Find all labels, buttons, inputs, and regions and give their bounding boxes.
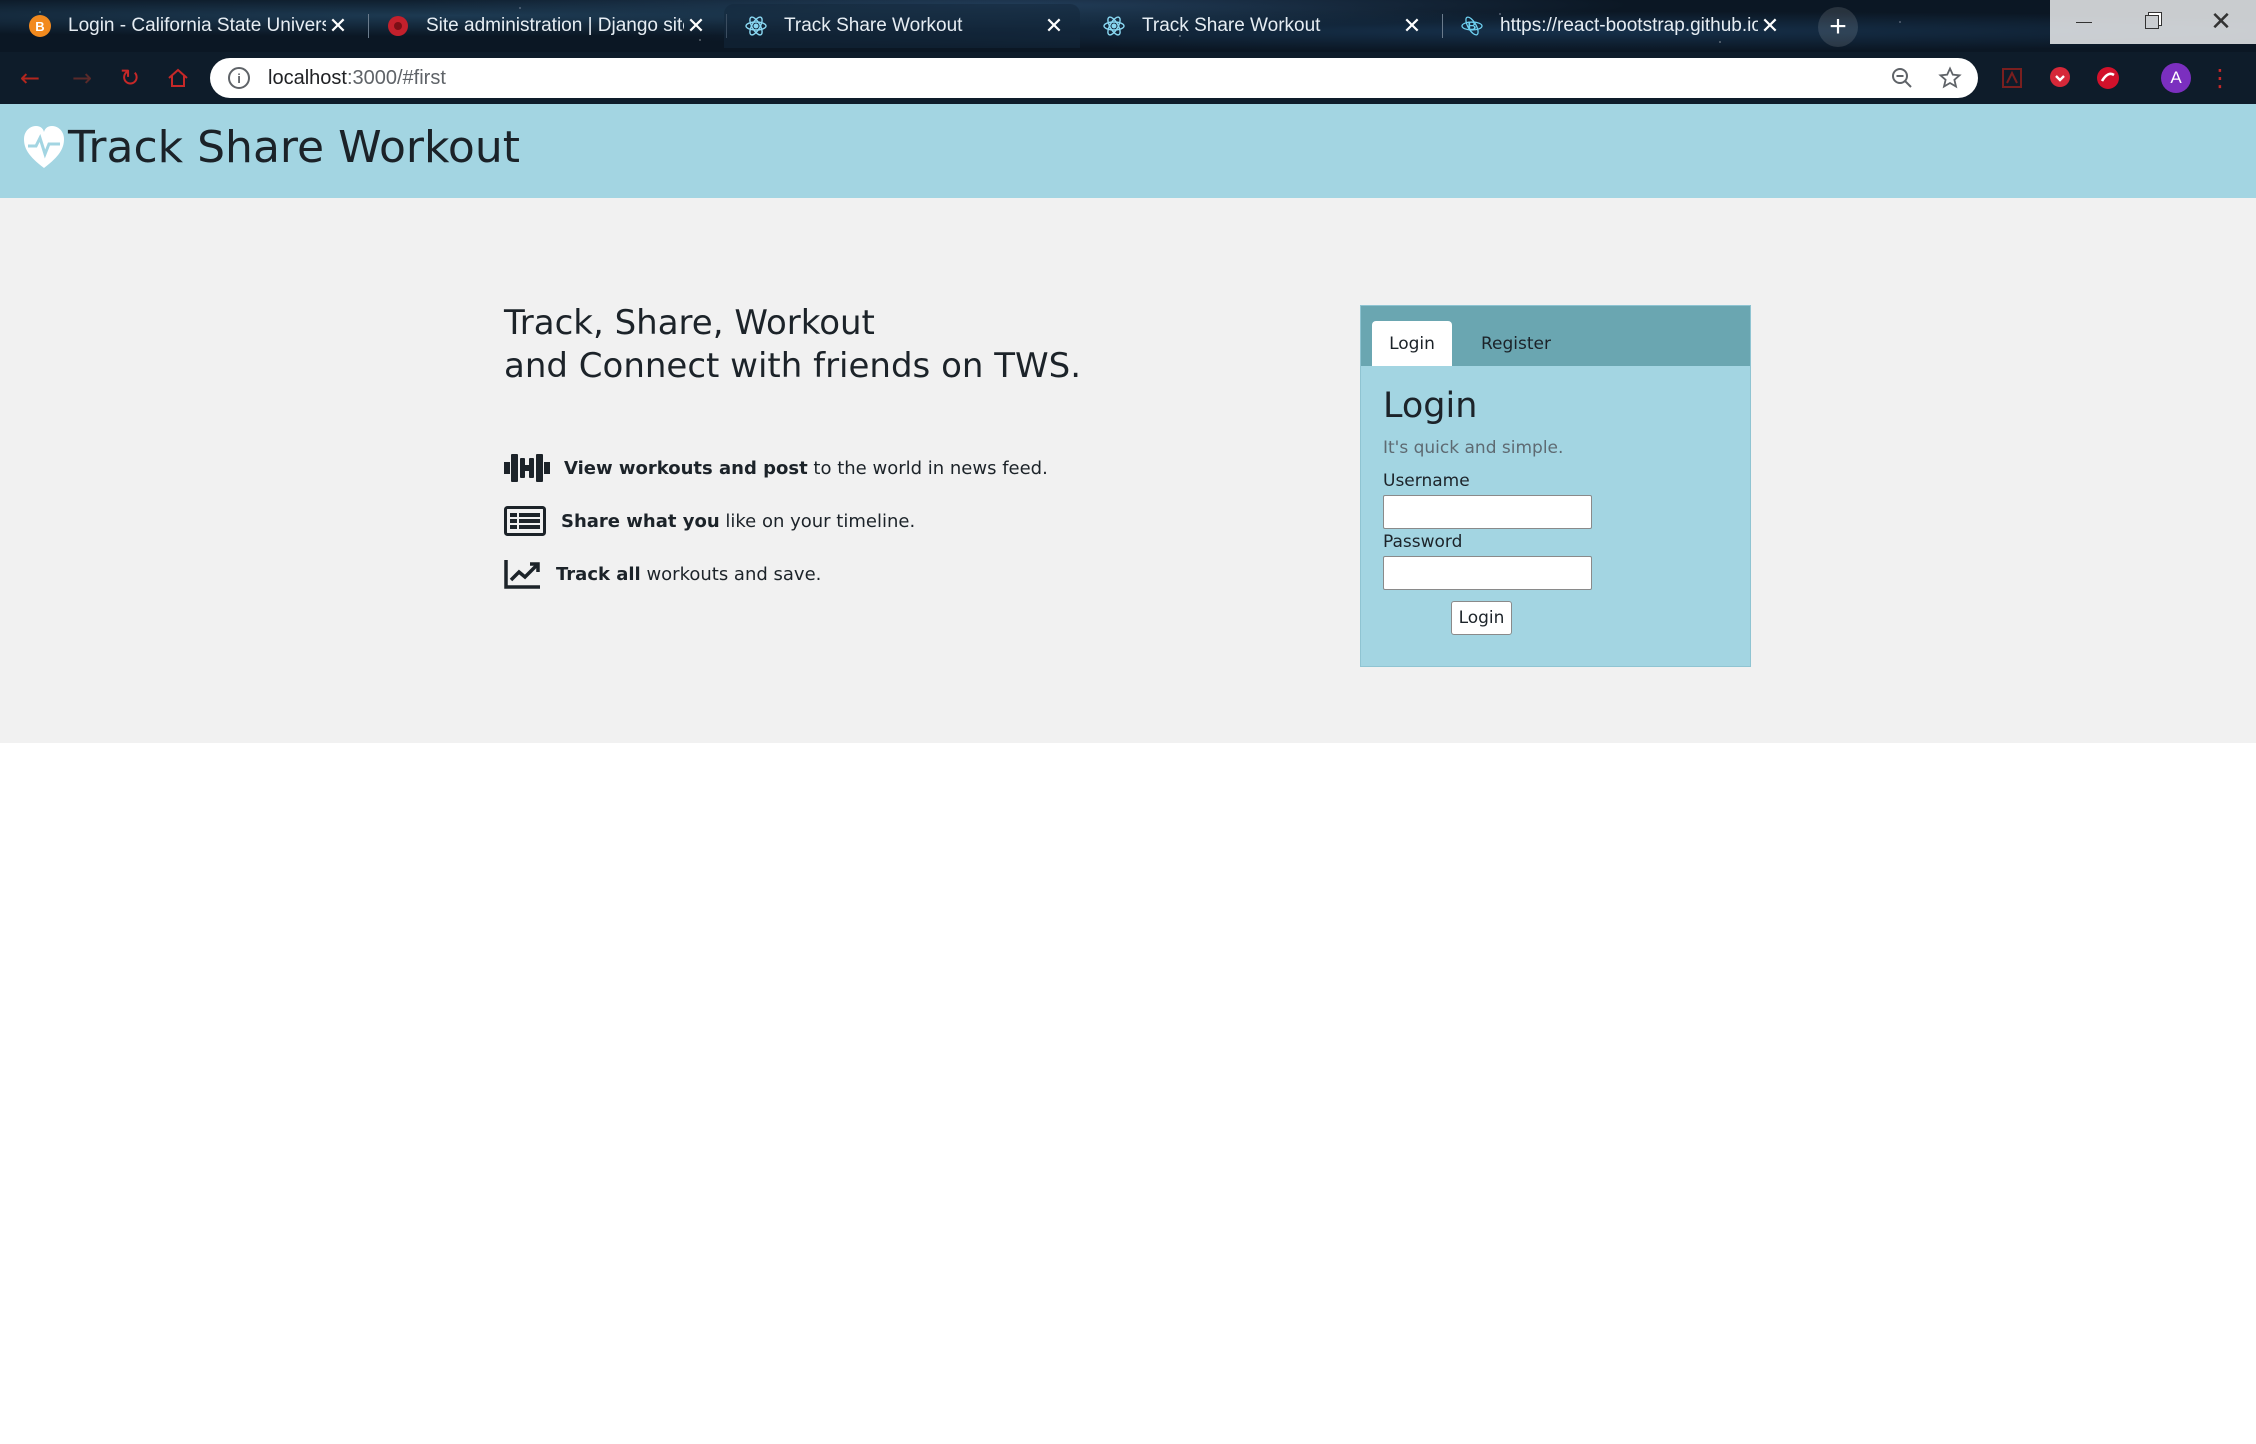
- zoom-button[interactable]: [1890, 58, 1914, 98]
- bookmark-button[interactable]: [1938, 58, 1962, 98]
- avatar: A: [2161, 63, 2191, 93]
- close-tab-icon[interactable]: ✕: [684, 14, 708, 38]
- more-vertical-icon: ⋮: [2208, 64, 2232, 92]
- close-tab-icon[interactable]: ✕: [1400, 14, 1424, 38]
- tab-login[interactable]: Login: [1372, 321, 1452, 366]
- home-icon: [168, 68, 188, 87]
- back-arrow-icon: ←: [19, 64, 41, 92]
- django-icon: [386, 14, 410, 38]
- chart-line-icon: [504, 558, 556, 590]
- tagline-line-2: and Connect with friends on TWS.: [504, 346, 1082, 386]
- feature-bold-text: Track all: [556, 563, 641, 585]
- dumbbell-icon: [504, 450, 564, 486]
- extension-lastpass-button[interactable]: [2092, 62, 2124, 94]
- minimize-button[interactable]: [2050, 0, 2118, 44]
- minimize-icon: [2076, 21, 2092, 23]
- reload-button[interactable]: ↻: [114, 62, 146, 94]
- card-tab-bar: Login Register: [1361, 306, 1750, 366]
- extension-pocket-button[interactable]: [2044, 62, 2076, 94]
- pdf-icon: [2002, 68, 2022, 88]
- bootstrap-icon: B: [1460, 14, 1484, 38]
- feature-item: Track all workouts and save.: [504, 558, 821, 590]
- address-bar[interactable]: i localhost:3000/#first: [210, 58, 1978, 98]
- site-info-icon[interactable]: i: [228, 67, 250, 89]
- home-button[interactable]: [162, 62, 194, 94]
- brand-link[interactable]: Track Share Workout: [22, 122, 520, 173]
- newspaper-icon: [504, 506, 561, 536]
- browser-tab[interactable]: B Login - California State Universit ✕: [8, 4, 364, 48]
- username-field[interactable]: [1383, 495, 1592, 529]
- feature-item: Share what you like on your timeline.: [504, 506, 915, 536]
- moodle-icon: B: [28, 14, 52, 38]
- restore-icon: [2145, 15, 2159, 29]
- password-label: Password: [1383, 532, 1463, 552]
- shield-icon: [2050, 67, 2070, 87]
- tagline: Track, Share, Workout and Connect with f…: [504, 302, 1081, 388]
- react-icon: [1102, 14, 1126, 38]
- login-title: Login: [1383, 386, 1478, 426]
- forward-button[interactable]: →: [66, 62, 98, 94]
- feature-bold-text: View workouts and post: [564, 457, 808, 479]
- profile-button[interactable]: A: [2160, 62, 2192, 94]
- close-window-icon: ✕: [2210, 7, 2232, 37]
- tab-title: Track Share Workout: [1142, 15, 1321, 36]
- feature-bold-text: Share what you: [561, 510, 720, 532]
- hero-section: [0, 198, 2256, 743]
- url-path: :3000/#first: [346, 66, 446, 89]
- new-tab-button[interactable]: +: [1818, 7, 1858, 47]
- browser-tab[interactable]: B https://react-bootstrap.github.io ✕: [1440, 4, 1796, 48]
- back-button[interactable]: ←: [14, 62, 46, 94]
- feature-text: like on your timeline.: [719, 510, 916, 532]
- login-button[interactable]: Login: [1451, 601, 1512, 635]
- brand-title: Track Share Workout: [68, 122, 520, 173]
- forward-arrow-icon: →: [71, 64, 93, 92]
- url-host: localhost: [268, 66, 347, 89]
- feature-item: View workouts and post to the world in n…: [504, 450, 1048, 486]
- browser-tab[interactable]: Site administration | Django site ✕: [366, 4, 722, 48]
- login-subtitle: It's quick and simple.: [1383, 438, 1564, 458]
- close-tab-icon[interactable]: ✕: [1042, 14, 1066, 38]
- browser-menu-button[interactable]: ⋮: [2208, 62, 2232, 94]
- tab-register[interactable]: Register: [1461, 321, 1571, 366]
- tab-title: https://react-bootstrap.github.io: [1500, 15, 1758, 36]
- password-field[interactable]: [1383, 556, 1592, 590]
- react-icon: [744, 14, 768, 38]
- svg-text:B: B: [35, 19, 44, 34]
- feature-text: workouts and save.: [640, 563, 822, 585]
- close-tab-icon[interactable]: ✕: [326, 14, 350, 38]
- username-label: Username: [1383, 471, 1470, 491]
- browser-tab-active[interactable]: Track Share Workout ✕: [724, 4, 1080, 48]
- lastpass-icon: [2097, 67, 2119, 89]
- svg-text:B: B: [1468, 19, 1477, 33]
- tab-title: Login - California State Universit: [68, 15, 326, 36]
- feature-text: to the world in news feed.: [807, 457, 1048, 479]
- extension-pdf-button[interactable]: [1996, 62, 2028, 94]
- close-window-button[interactable]: ✕: [2186, 0, 2256, 44]
- zoom-out-icon: [1892, 68, 1912, 88]
- tab-title: Site administration | Django site: [426, 15, 684, 36]
- tab-title: Track Share Workout: [784, 15, 963, 36]
- restore-button[interactable]: [2118, 0, 2186, 44]
- close-tab-icon[interactable]: ✕: [1758, 14, 1782, 38]
- star-icon: [1938, 66, 1962, 89]
- tagline-line-1: Track, Share, Workout: [504, 303, 875, 343]
- login-card: Login Register Login It's quick and simp…: [1360, 305, 1751, 667]
- browser-tab[interactable]: Track Share Workout ✕: [1082, 4, 1438, 48]
- reload-icon: ↻: [119, 64, 141, 92]
- heart-pulse-logo-icon: [24, 125, 64, 168]
